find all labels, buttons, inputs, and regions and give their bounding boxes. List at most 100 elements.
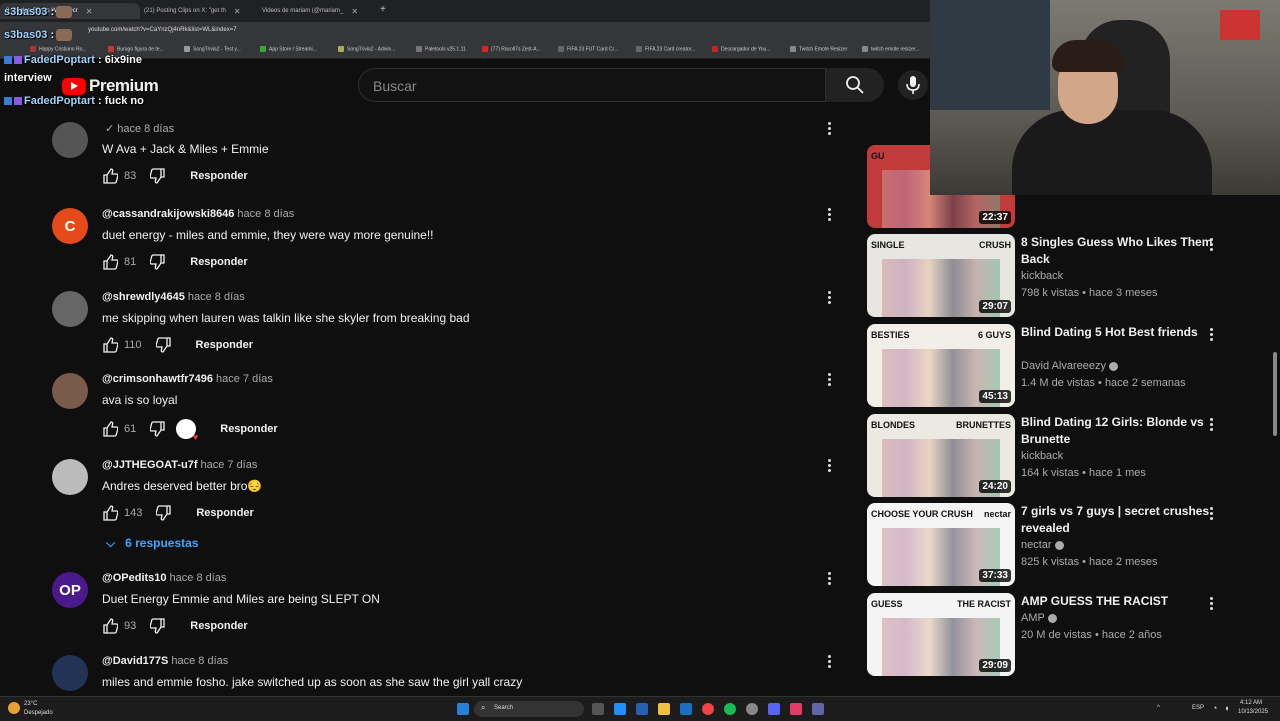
obs-icon[interactable] (746, 703, 758, 715)
comment-author[interactable]: @OPedits10 (102, 572, 167, 584)
channel-name[interactable]: kickback (1021, 270, 1063, 282)
video-title[interactable]: 8 Singles Guess Who Likes Them Back (1021, 234, 1221, 268)
tab-tiktok[interactable]: Videos de mariam (@mariam_ ✕ (256, 3, 378, 19)
reply-button[interactable]: Responder (196, 339, 253, 351)
dislike-icon[interactable] (150, 618, 166, 634)
comment-time[interactable]: hace 8 días (117, 123, 174, 135)
comment-time[interactable]: hace 8 días (188, 291, 245, 303)
dislike-icon[interactable] (150, 254, 166, 270)
more-icon[interactable] (828, 122, 832, 136)
close-icon[interactable]: ✕ (351, 7, 358, 16)
store-icon[interactable] (636, 703, 648, 715)
channel-name[interactable]: nectar (1021, 539, 1064, 551)
new-tab-icon[interactable]: + (380, 4, 386, 15)
teams-icon[interactable] (812, 703, 824, 715)
comment-time[interactable]: hace 7 días (200, 459, 257, 471)
video-thumbnail[interactable]: BESTIES 6 GUYS 45:13 (867, 324, 1015, 407)
chevron-up-icon[interactable]: ^ (1157, 705, 1160, 711)
video-thumbnail[interactable]: SINGLE CRUSH 29:07 (867, 234, 1015, 317)
language-indicator[interactable]: ESP (1192, 705, 1204, 711)
video-thumbnail[interactable]: BLONDES BRUNETTES 24:20 (867, 414, 1015, 497)
video-title[interactable]: Blind Dating 12 Girls: Blonde vs Brunett… (1021, 414, 1221, 448)
clock-date[interactable]: 10/13/2025 (1238, 709, 1268, 715)
avatar[interactable]: C (52, 208, 88, 244)
recommended-video[interactable]: SINGLE CRUSH 29:07 8 Singles Guess Who Like… (867, 234, 1267, 317)
more-icon[interactable] (1210, 597, 1213, 612)
search-button[interactable] (826, 68, 884, 102)
comment-author[interactable]: @shrewdly4645 (102, 291, 185, 303)
video-title[interactable]: 7 girls vs 7 guys | secret crushes revea… (1021, 503, 1221, 537)
like-icon[interactable] (102, 337, 118, 353)
bookmark-item[interactable]: SongTrivia2 - Adivin... (338, 46, 395, 52)
video-title[interactable]: Blind Dating 5 Hot Best friends (1021, 324, 1221, 341)
more-icon[interactable] (1210, 238, 1213, 253)
bookmark-item[interactable]: Twitch Emote Resizer (790, 46, 847, 52)
music-icon[interactable] (790, 703, 802, 715)
avatar[interactable] (52, 122, 88, 158)
more-icon[interactable] (828, 572, 832, 586)
video-thumbnail[interactable]: CHOOSE YOUR CRUSH nectar 37:33 (867, 503, 1015, 586)
avatar[interactable] (52, 655, 88, 691)
like-icon[interactable] (102, 168, 118, 184)
like-icon[interactable] (102, 618, 118, 634)
scrollbar[interactable] (1273, 352, 1277, 436)
edge-icon[interactable] (614, 703, 626, 715)
wifi-icon[interactable]: ◔ (1212, 703, 1217, 713)
mail-icon[interactable] (680, 703, 692, 715)
taskbar-search[interactable]: ⌕ Search (474, 701, 584, 717)
more-icon[interactable] (828, 459, 832, 473)
tab-x[interactable]: (21) Posting Clips on X: "get th ✕ (138, 3, 262, 19)
bookmark-item[interactable]: Descargador de You... (712, 46, 770, 52)
more-icon[interactable] (828, 373, 832, 387)
recommended-video[interactable]: BLONDES BRUNETTES 24:20 Blind Dating 12 Gir… (867, 414, 1267, 497)
view-replies-button[interactable]: ⌵ 6 respuestas (106, 536, 199, 551)
reply-button[interactable]: Responder (190, 620, 247, 632)
comment-time[interactable]: hace 8 días (237, 208, 294, 220)
search-input[interactable]: Buscar (358, 68, 826, 102)
dislike-icon[interactable] (150, 168, 166, 184)
folder-icon[interactable] (658, 703, 670, 715)
bookmark-item[interactable]: Happy Cristiano Ro... (30, 46, 87, 52)
voice-search-button[interactable] (898, 70, 928, 100)
volume-icon[interactable]: ◖ (1224, 703, 1229, 713)
address-bar[interactable]: youtube.com/watch?v=CaYnzQj4nRk&list=WL&… (0, 22, 930, 42)
dislike-icon[interactable] (150, 421, 166, 437)
recommended-video[interactable]: CHOOSE YOUR CRUSH nectar 37:33 7 girls vs 7… (867, 503, 1267, 586)
avatar[interactable] (52, 459, 88, 495)
like-icon[interactable] (102, 254, 118, 270)
reply-button[interactable]: Responder (220, 423, 277, 435)
more-icon[interactable] (828, 208, 832, 222)
dislike-icon[interactable] (155, 337, 172, 353)
more-icon[interactable] (828, 655, 832, 669)
comment-time[interactable]: hace 7 días (216, 373, 273, 385)
bookmark-item[interactable]: twitch emote resizer... (862, 46, 919, 52)
channel-name[interactable]: AMP (1021, 612, 1057, 624)
recommended-video[interactable]: BESTIES 6 GUYS 45:13 Blind Dating 5 Hot Bes… (867, 324, 1267, 407)
bookmark-item[interactable]: App Store / Streami... (260, 46, 317, 52)
task-view-icon[interactable] (592, 703, 604, 715)
comment-author[interactable]: @JJTHEGOAT-u7f (102, 459, 197, 471)
bookmark-item[interactable]: Paletools v25.1.11 (416, 46, 466, 52)
windows-start-icon[interactable] (457, 703, 469, 715)
clock-time[interactable]: 4:12 AM (1240, 700, 1262, 706)
bookmark-item[interactable]: Burago figura de te... (108, 46, 164, 52)
close-icon[interactable]: ✕ (234, 7, 241, 16)
youtube-logo[interactable]: Premium (62, 76, 159, 96)
recommended-video[interactable]: GUESS THE RACIST 29:09 AMP GUESS THE RACIST… (867, 593, 1267, 676)
bookmark-item[interactable]: SongTrivia2 - Test y... (184, 46, 241, 52)
discord-icon[interactable] (768, 703, 780, 715)
spotify-icon[interactable] (724, 703, 736, 715)
channel-name[interactable]: kickback (1021, 450, 1063, 462)
reply-button[interactable]: Responder (190, 170, 247, 182)
chrome-icon[interactable] (702, 703, 714, 715)
more-icon[interactable] (1210, 328, 1213, 343)
bookmark-item[interactable]: (77) Racoll7s Zest-A... (482, 46, 541, 52)
reply-button[interactable]: Responder (190, 256, 247, 268)
reply-button[interactable]: Responder (196, 507, 253, 519)
avatar[interactable] (52, 291, 88, 327)
like-icon[interactable] (102, 421, 118, 437)
comment-author[interactable]: @crimsonhawtfr7496 (102, 373, 213, 385)
more-icon[interactable] (1210, 507, 1213, 522)
video-thumbnail[interactable]: GUESS THE RACIST 29:09 (867, 593, 1015, 676)
close-icon[interactable]: ✕ (86, 7, 93, 16)
